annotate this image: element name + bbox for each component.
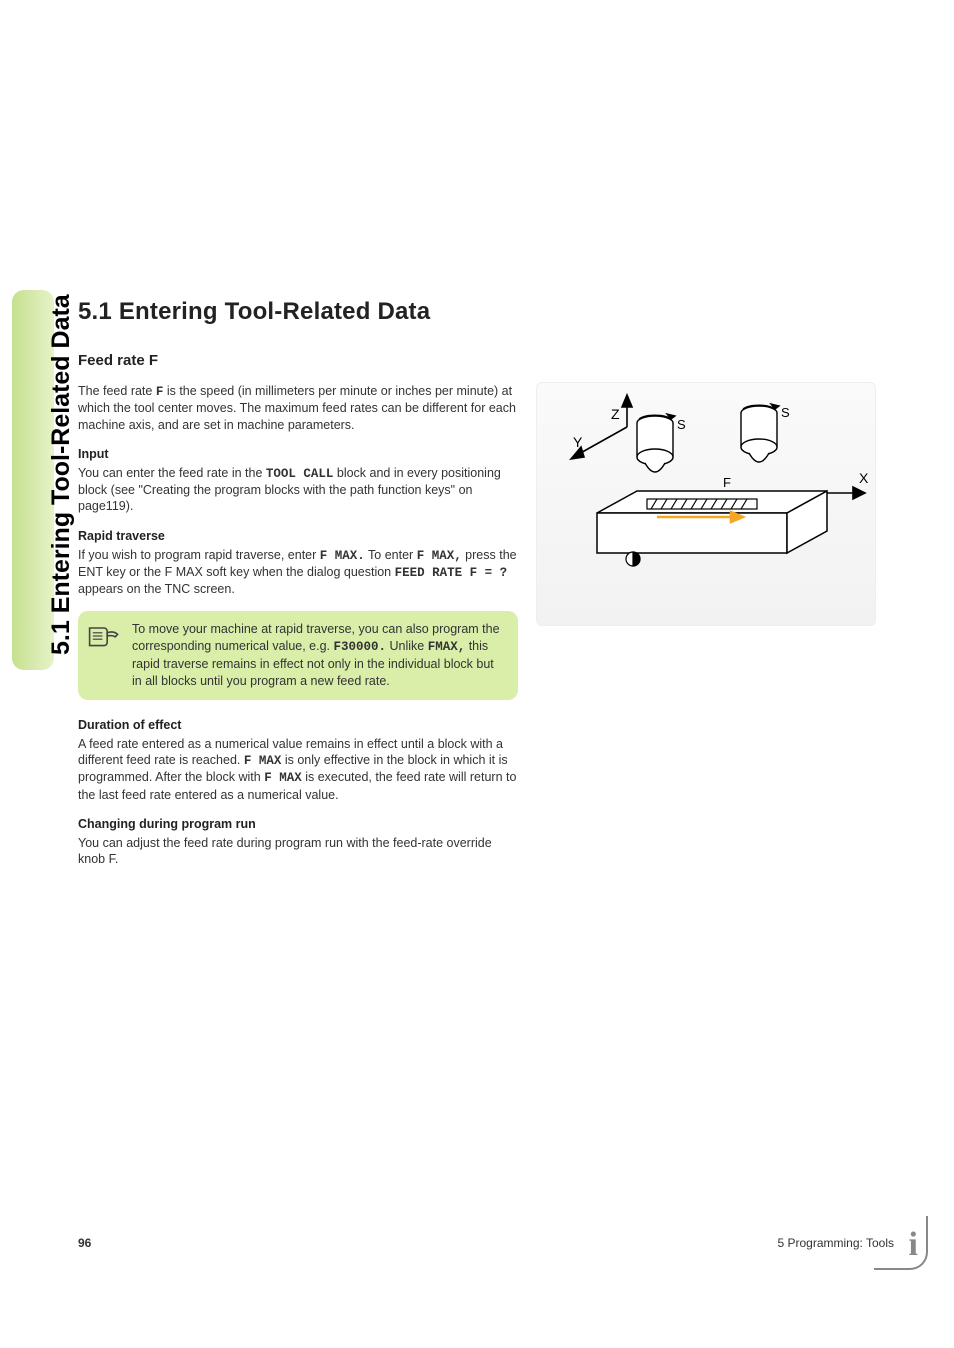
intro-paragraph: The feed rate F is the speed (in millime… — [78, 383, 518, 433]
feed-diagram: Z Y X F — [536, 382, 876, 626]
feed-rate-prompt: FEED RATE F = ? — [395, 566, 508, 580]
feed-label-f: F — [723, 475, 731, 490]
text: To enter — [365, 548, 417, 562]
text: The feed rate — [78, 384, 156, 398]
sidebar-tab-label: 5.1 Entering Tool-Related Data — [47, 294, 76, 655]
fmax-keyword: F MAX — [244, 754, 282, 768]
subheading-rapid: Rapid traverse — [78, 529, 518, 543]
spindle-label-s2: S — [781, 405, 790, 420]
changing-paragraph: You can adjust the feed rate during prog… — [78, 835, 518, 868]
feed-diagram-svg: Z Y X F — [537, 383, 877, 627]
subheading-duration: Duration of effect — [78, 718, 518, 732]
fmax-keyword: F MAX — [264, 771, 302, 785]
subheading-input: Input — [78, 447, 518, 461]
note-text: Unlike — [386, 639, 428, 653]
fmax-keyword: F MAX. — [320, 549, 365, 563]
duration-paragraph: A feed rate entered as a numerical value… — [78, 736, 518, 803]
note-box: To move your machine at rapid traverse, … — [78, 611, 518, 700]
input-paragraph: You can enter the feed rate in the TOOL … — [78, 465, 518, 515]
rapid-paragraph: If you wish to program rapid traverse, e… — [78, 547, 518, 598]
info-badge-corner — [874, 1216, 928, 1270]
fmax-keyword: F MAX, — [417, 549, 462, 563]
page-footer: 96 5 Programming: Tools — [78, 1236, 894, 1250]
page-number: 96 — [78, 1236, 91, 1250]
info-icon: i — [909, 1226, 918, 1264]
subheading-changing: Changing during program run — [78, 817, 518, 831]
text: You can enter the feed rate in the — [78, 466, 266, 480]
section-heading: Feed rate F — [78, 352, 518, 369]
f30000-keyword: F30000. — [334, 640, 387, 654]
text: If you wish to program rapid traverse, e… — [78, 548, 320, 562]
axis-label-x: X — [859, 470, 869, 486]
tool-call-keyword: TOOL CALL — [266, 467, 334, 481]
fmax-keyword: FMAX, — [428, 640, 466, 654]
page-title: 5.1 Entering Tool-Related Data — [78, 298, 518, 326]
axis-label-y: Y — [573, 434, 583, 450]
note-hand-icon — [88, 623, 120, 649]
info-badge: i — [874, 1216, 928, 1270]
text: appears on the TNC screen. — [78, 582, 235, 596]
content-column: 5.1 Entering Tool-Related Data Feed rate… — [78, 298, 518, 881]
axis-label-z: Z — [611, 406, 620, 422]
spindle-label-s1: S — [677, 417, 686, 432]
